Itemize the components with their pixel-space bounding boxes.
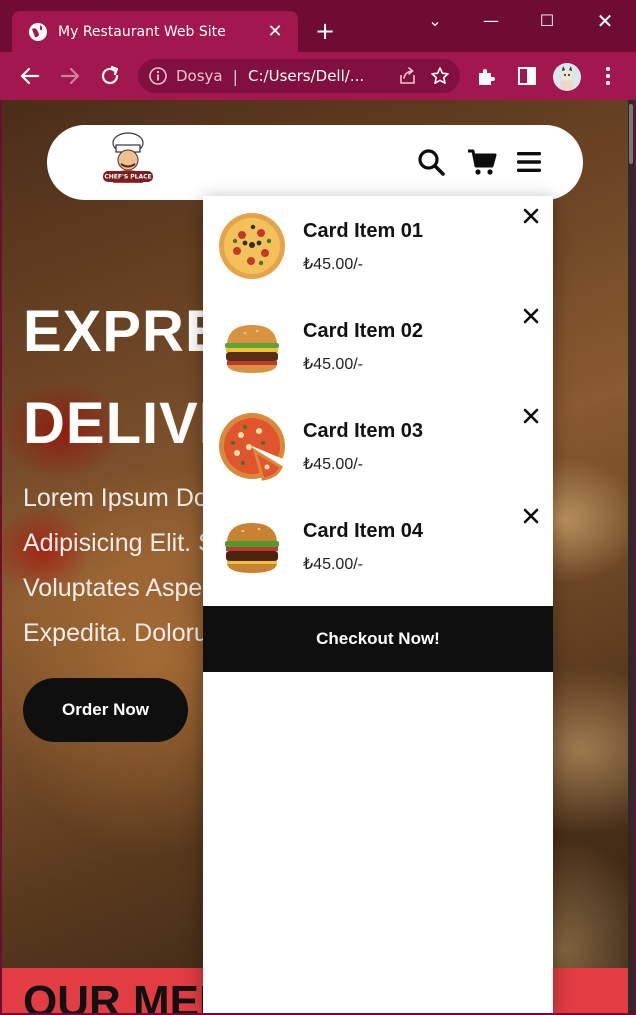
minimize-button[interactable]: — [476, 8, 506, 34]
cat-avatar-icon [560, 66, 574, 91]
share-icon[interactable] [398, 66, 418, 86]
kebab-menu-icon[interactable] [598, 64, 618, 88]
cart-item: Card Item 04 ₺45.00/- [203, 496, 553, 596]
remove-item-icon[interactable] [521, 506, 541, 526]
bars-menu-icon[interactable] [515, 148, 543, 176]
svg-text:CHEF'S PLACE: CHEF'S PLACE [104, 174, 151, 181]
search-icon[interactable] [417, 148, 445, 176]
side-panel-icon[interactable] [516, 65, 538, 87]
back-arrow-icon[interactable] [18, 64, 42, 88]
cart-item: Card Item 02 ₺45.00/- [203, 296, 553, 396]
remove-item-icon[interactable] [521, 406, 541, 426]
reload-icon[interactable] [98, 64, 122, 88]
pizza-slice-image [219, 413, 285, 481]
scheme-label: Dosya [176, 67, 223, 85]
cart-item-price: ₺45.00/- [303, 256, 363, 273]
page-viewport: EXPRESS DELIVERY Lorem Ipsum Dolor Sit A… [2, 100, 634, 1013]
cart-icon[interactable] [467, 148, 497, 176]
cart-panel: Card Item 01 ₺45.00/- Card Item 02 ₺45.0… [203, 196, 553, 1013]
browser-tab[interactable]: My Restaurant Web Site ✕ [12, 11, 298, 52]
site-navbar: CHEF'S PLACE [47, 125, 583, 200]
tab-search-chevron-icon[interactable]: ⌄ [420, 8, 450, 34]
cart-item-price: ₺45.00/- [303, 356, 363, 373]
url-text[interactable]: C:/Users/Dell/... [248, 67, 392, 85]
close-window-button[interactable]: ✕ [590, 8, 620, 34]
burger-image [225, 523, 279, 573]
avatar[interactable] [553, 63, 581, 91]
remove-item-icon[interactable] [521, 306, 541, 326]
cart-item-name: Card Item 04 [303, 520, 424, 542]
cart-item-name: Card Item 02 [303, 320, 424, 342]
pizza-image [219, 213, 285, 279]
forward-arrow-icon[interactable] [58, 64, 82, 88]
scheme-separator: | [232, 66, 239, 86]
browser-toolbar: Dosya | C:/Users/Dell/... [0, 52, 636, 100]
cart-item: Card Item 01 ₺45.00/- [203, 196, 553, 296]
address-bar[interactable]: Dosya | C:/Users/Dell/... [138, 59, 460, 93]
remove-item-icon[interactable] [521, 206, 541, 226]
checkout-button[interactable]: Checkout Now! [203, 606, 553, 672]
scrollbar-thumb[interactable] [629, 104, 633, 164]
puzzle-extension-icon[interactable] [476, 65, 498, 87]
globe-icon [29, 22, 47, 41]
browser-titlebar: My Restaurant Web Site ✕ + ⌄ — ☐ ✕ [0, 0, 636, 52]
maximize-button[interactable]: ☐ [532, 8, 562, 34]
burger-image [225, 325, 279, 373]
tab-title: My Restaurant Web Site [58, 23, 226, 40]
window-border-left [0, 100, 2, 1015]
cart-item-name: Card Item 01 [303, 220, 424, 242]
cart-item-name: Card Item 03 [303, 420, 424, 442]
order-now-button[interactable]: Order Now [23, 678, 188, 742]
cart-item: Card Item 03 ₺45.00/- [203, 396, 553, 496]
new-tab-button[interactable]: + [312, 18, 338, 44]
cart-item-price: ₺45.00/- [303, 556, 363, 573]
chef-logo-icon[interactable]: CHEF'S PLACE [97, 131, 159, 191]
tab-close-icon[interactable]: ✕ [264, 21, 286, 42]
cart-item-price: ₺45.00/- [303, 456, 363, 473]
star-icon[interactable] [430, 66, 450, 86]
info-icon[interactable] [148, 66, 168, 86]
